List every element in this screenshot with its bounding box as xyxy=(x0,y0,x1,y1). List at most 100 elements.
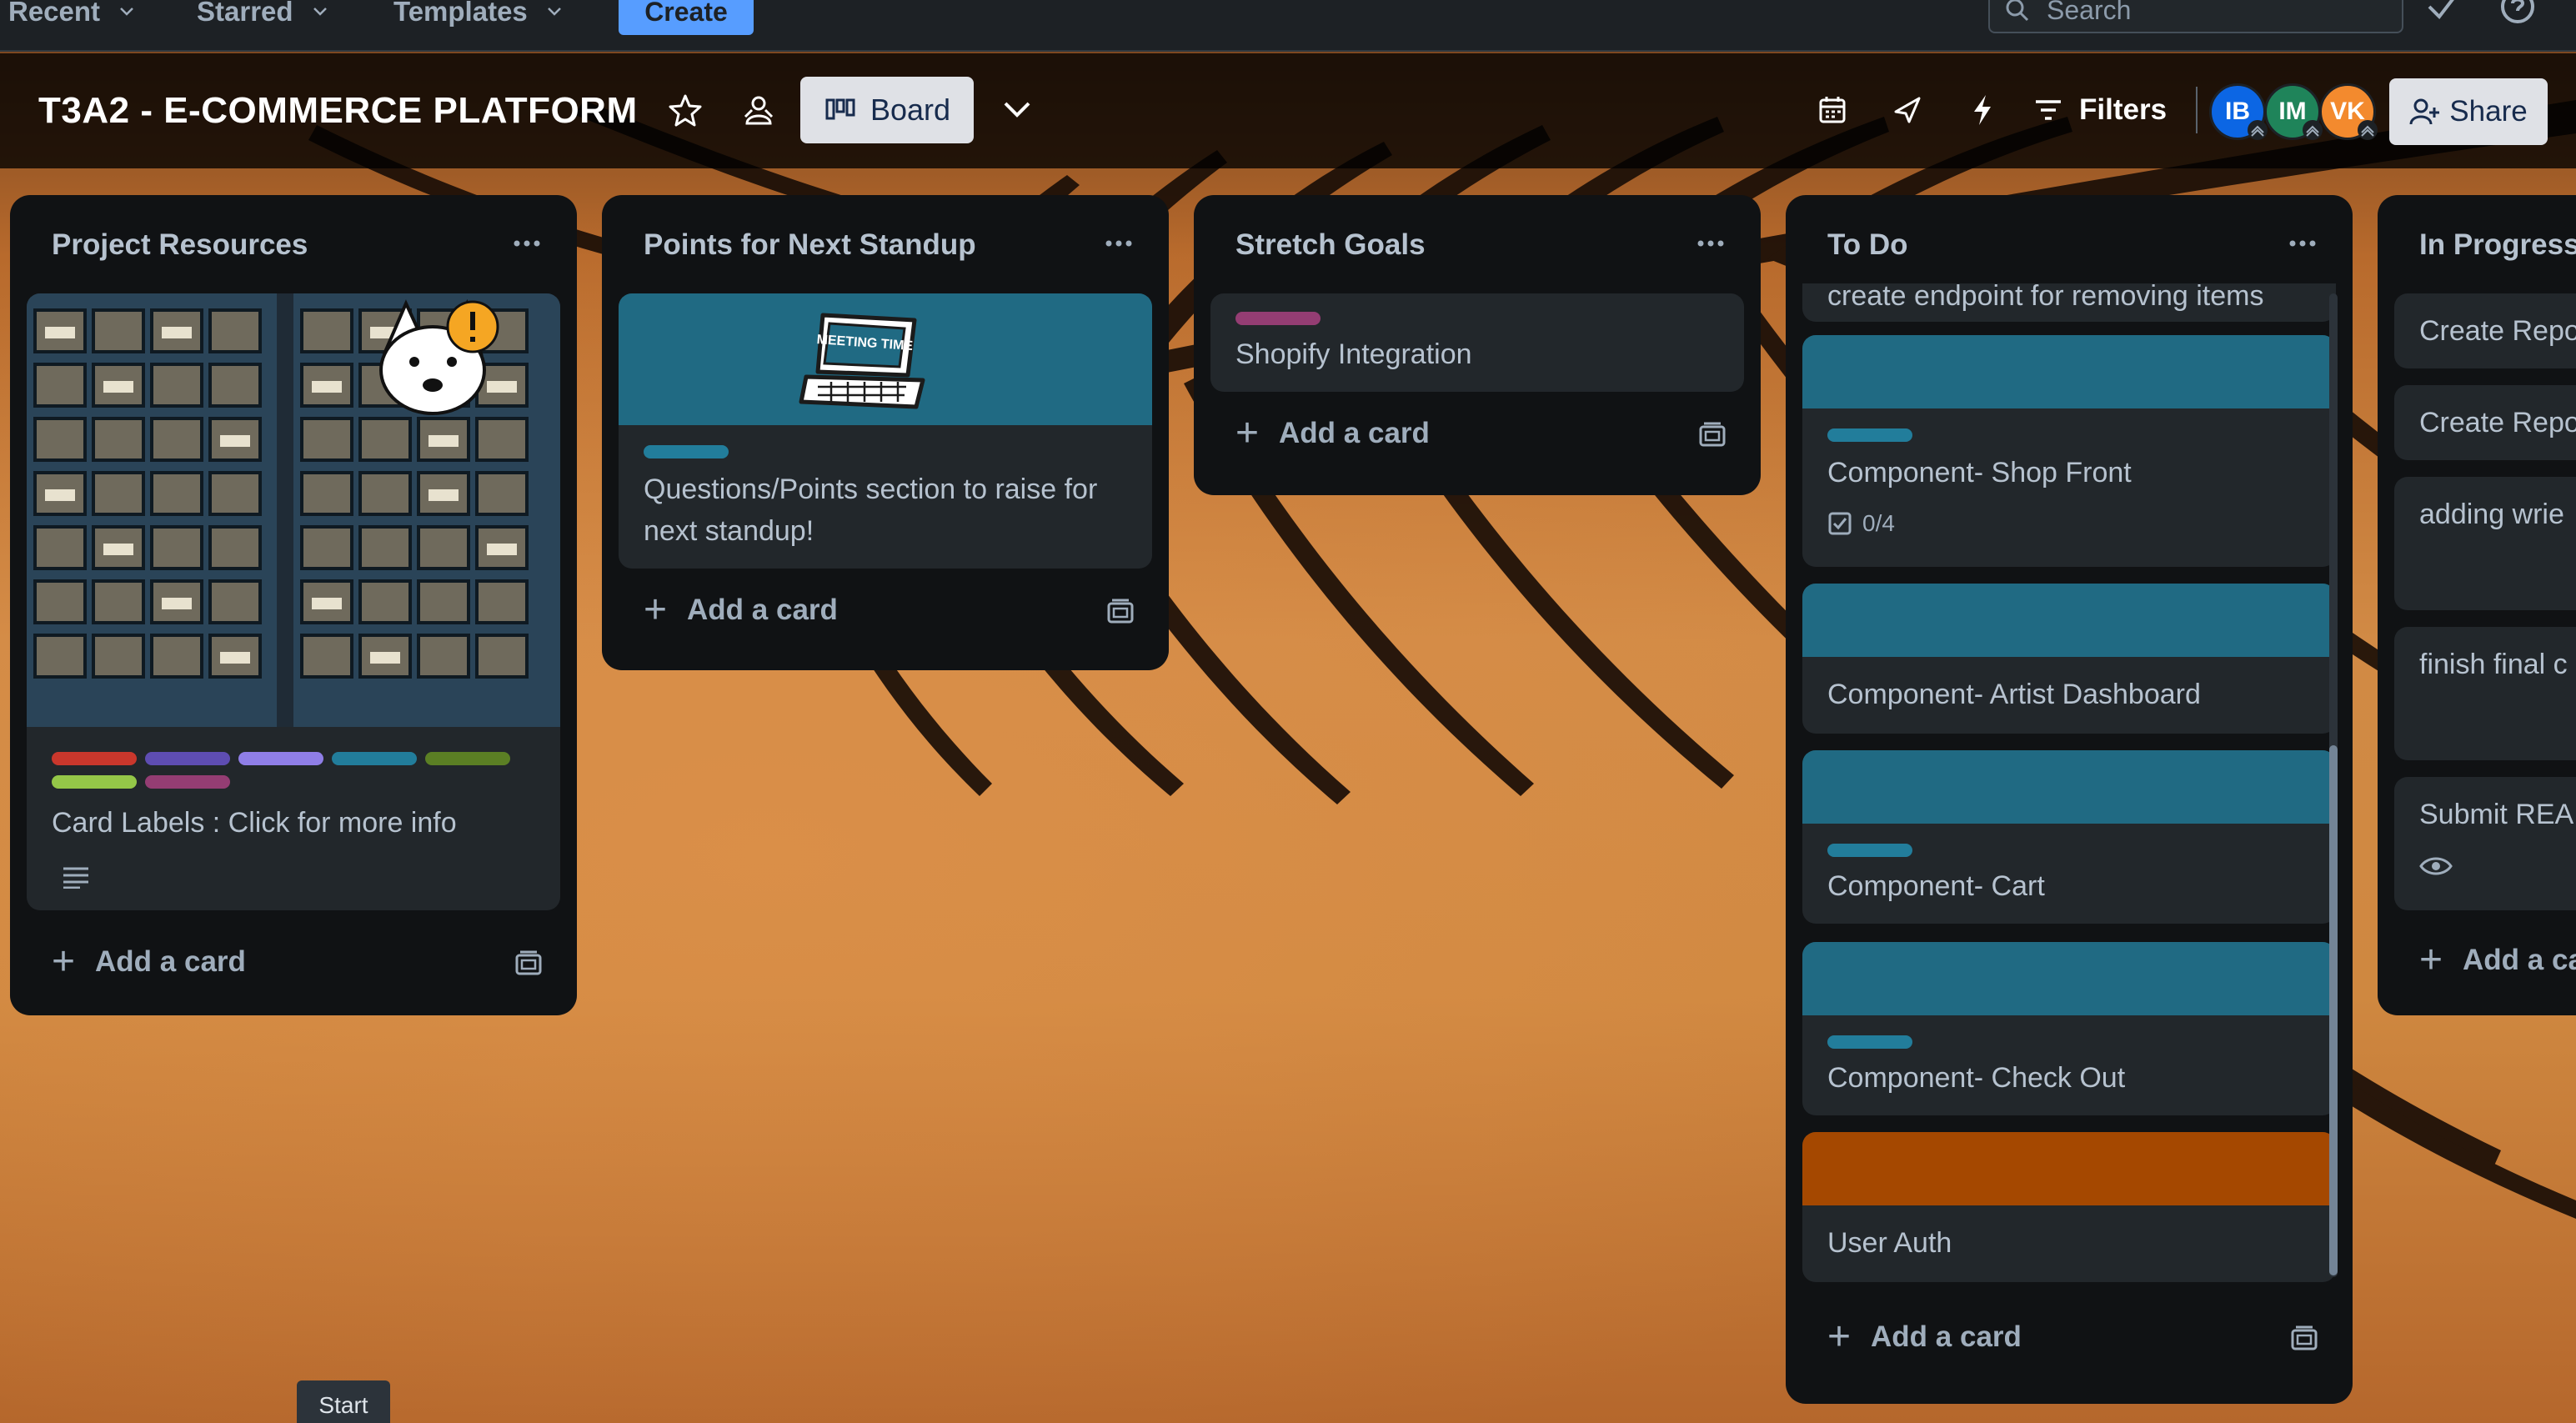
starred-label: Starred xyxy=(197,0,293,27)
add-card-label: Add a card xyxy=(95,945,246,978)
calendar-icon[interactable] xyxy=(1814,92,1851,128)
add-card-button[interactable]: + Add a card xyxy=(1827,1314,2022,1360)
help-icon[interactable] xyxy=(2498,0,2538,28)
card-label[interactable] xyxy=(1235,312,1321,325)
templates-menu[interactable]: Templates xyxy=(393,0,563,30)
list-in-progress-clip: In Progress Create Repo Create Repo addi… xyxy=(2378,195,2576,1015)
list-title[interactable]: Stretch Goals xyxy=(1235,228,1426,262)
automation-bolt-icon[interactable] xyxy=(1964,92,2001,128)
board-view-icon xyxy=(825,98,855,120)
create-button[interactable]: Create xyxy=(619,0,754,35)
card[interactable]: Card Labels : Click for more info xyxy=(27,293,560,910)
create-from-template-icon[interactable] xyxy=(1105,597,1135,627)
card[interactable]: Component- Check Out xyxy=(1802,942,2336,1115)
avatar[interactable]: IM xyxy=(2264,83,2323,140)
card[interactable]: finish final c xyxy=(2394,627,2576,760)
checklist-icon xyxy=(1828,512,1852,535)
card-title: Create Repo xyxy=(2419,407,2576,438)
more-options-icon[interactable] xyxy=(510,233,544,253)
card-cover-image xyxy=(27,293,560,727)
avatar[interactable]: VK xyxy=(2319,83,2378,140)
card-title: Submit REAI xyxy=(2419,799,2576,830)
more-options-icon[interactable] xyxy=(2286,233,2319,253)
card[interactable]: Create Repo xyxy=(2394,385,2576,460)
share-label: Share xyxy=(2449,95,2528,128)
chevron-down-icon[interactable] xyxy=(999,92,1035,128)
recent-label: Recent xyxy=(8,0,101,27)
card[interactable]: create endpoint for removing items xyxy=(1802,283,2336,322)
card-label[interactable] xyxy=(1827,428,1912,442)
card[interactable]: Shopify Integration xyxy=(1210,293,1744,392)
card[interactable]: MEETING TIME Questions/Points section to… xyxy=(619,293,1152,569)
add-card-label: Add a card xyxy=(1279,417,1430,449)
card-cover xyxy=(1802,750,2336,824)
card-title: create endpoint for removing items xyxy=(1827,283,2264,312)
card-label[interactable] xyxy=(145,752,230,765)
create-from-template-icon[interactable] xyxy=(2289,1324,2319,1354)
card[interactable]: Component- Cart xyxy=(1802,750,2336,924)
card-label[interactable] xyxy=(425,752,510,765)
search-input[interactable]: Search xyxy=(1988,0,2403,33)
starred-menu[interactable]: Starred xyxy=(197,0,328,30)
checklist-count: 0/4 xyxy=(1862,510,1895,536)
card[interactable]: User Auth xyxy=(1802,1132,2336,1282)
card-cover xyxy=(1802,335,2336,408)
workspace-visibility-icon[interactable] xyxy=(740,92,777,128)
filters-button[interactable]: Filters xyxy=(2034,85,2167,135)
card-label[interactable] xyxy=(238,752,323,765)
plus-icon: + xyxy=(52,939,76,984)
add-card-label: Add a ca xyxy=(2463,944,2576,976)
card-label[interactable] xyxy=(52,775,137,789)
card-label[interactable] xyxy=(644,445,729,458)
top-navigation-bar: Recent Starred Templates Create Search xyxy=(0,0,2576,52)
card[interactable]: Component- Artist Dashboard xyxy=(1802,584,2336,734)
card[interactable]: adding wrie xyxy=(2394,477,2576,610)
card-label[interactable] xyxy=(52,752,137,765)
card-title: User Auth xyxy=(1827,1227,1952,1259)
more-options-icon[interactable] xyxy=(1694,233,1727,253)
list-points-for-next-standup: Points for Next Standup MEETING TIME Que… xyxy=(602,195,1169,670)
create-from-template-icon[interactable] xyxy=(1697,420,1727,450)
card[interactable]: Create Repo xyxy=(2394,293,2576,368)
card-title: Component- Check Out xyxy=(1827,1062,2126,1094)
power-ups-rocket-icon[interactable] xyxy=(1889,92,1926,128)
create-from-template-icon[interactable] xyxy=(514,949,544,979)
star-icon[interactable] xyxy=(667,92,704,128)
more-options-icon[interactable] xyxy=(1102,233,1135,253)
list-title[interactable]: Points for Next Standup xyxy=(644,228,976,262)
card-label[interactable] xyxy=(332,752,417,765)
card-cover xyxy=(1802,584,2336,657)
board-view-button[interactable]: Board xyxy=(800,77,974,143)
plus-icon: + xyxy=(1235,411,1260,455)
notifications-icon[interactable] xyxy=(2423,0,2463,28)
card[interactable]: Component- Shop Front 0/4 xyxy=(1802,335,2336,567)
card-label[interactable] xyxy=(1827,1035,1912,1049)
add-card-button[interactable]: + Add a card xyxy=(1235,410,1430,457)
card-label[interactable] xyxy=(145,775,230,789)
list-title[interactable]: Project Resources xyxy=(52,228,308,262)
add-card-button[interactable]: + Add a ca xyxy=(2419,937,2576,984)
header-divider xyxy=(2196,87,2198,133)
card-label[interactable] xyxy=(1827,844,1912,857)
plus-icon: + xyxy=(644,588,668,632)
meeting-time-sticker: MEETING TIME xyxy=(799,313,925,409)
recent-menu[interactable]: Recent xyxy=(8,0,135,30)
share-button[interactable]: Share xyxy=(2389,78,2548,145)
chevron-down-icon xyxy=(313,8,327,16)
card-cover xyxy=(1802,1132,2336,1205)
chevron-down-icon xyxy=(547,8,561,16)
card[interactable]: Submit REAI xyxy=(2394,777,2576,910)
list-title[interactable]: To Do xyxy=(1827,228,1908,262)
list-scrollbar-thumb[interactable] xyxy=(2329,745,2338,1275)
admin-badge-icon xyxy=(2248,120,2268,140)
avatar[interactable]: IB xyxy=(2209,83,2268,140)
board-view-label: Board xyxy=(870,93,951,127)
list-title[interactable]: In Progress xyxy=(2419,228,2576,262)
add-card-button[interactable]: + Add a card xyxy=(644,587,838,634)
card-title: finish final c xyxy=(2419,649,2568,680)
card-cover: MEETING TIME xyxy=(619,293,1152,425)
list-in-progress: In Progress Create Repo Create Repo addi… xyxy=(2378,195,2576,1015)
add-card-button[interactable]: + Add a card xyxy=(52,939,246,985)
board-title[interactable]: T3A2 - E-COMMERCE PLATFORM xyxy=(38,90,638,132)
card-title: Shopify Integration xyxy=(1235,338,1472,370)
